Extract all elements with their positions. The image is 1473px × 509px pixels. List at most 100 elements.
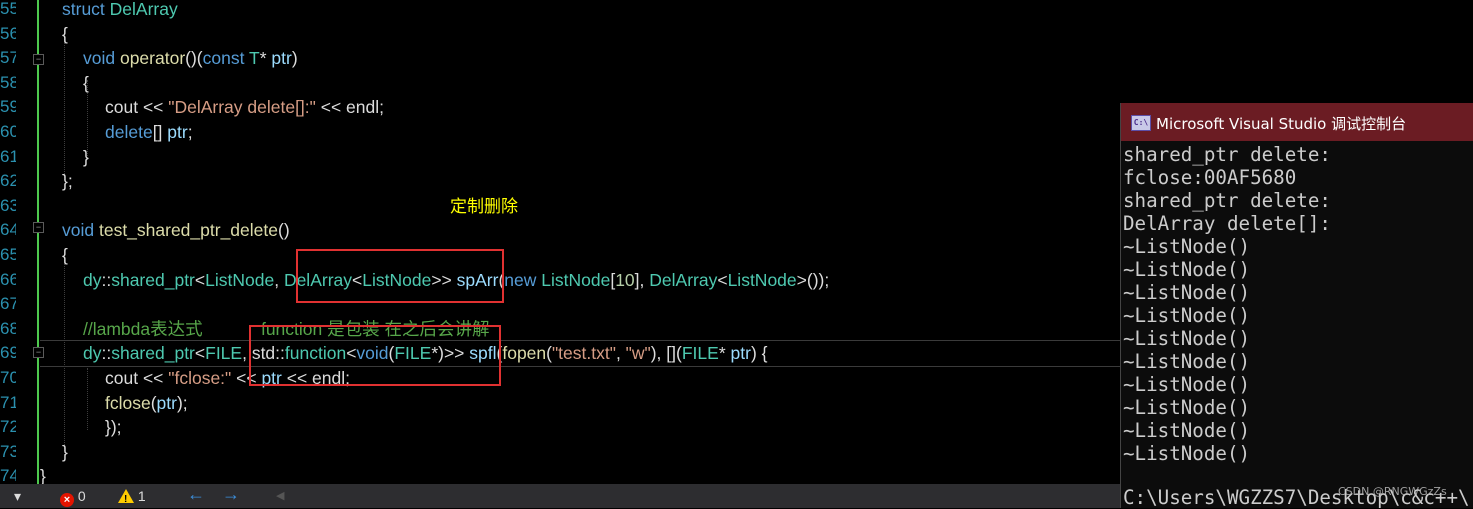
code-token: }); — [105, 417, 122, 437]
code-token: "DelArray delete[]:" — [168, 97, 316, 117]
code-token: { — [83, 73, 89, 93]
code-line[interactable]: { — [62, 22, 68, 46]
code-token: * — [259, 48, 272, 68]
line-number: 67 — [0, 294, 16, 313]
line-number: 73 — [0, 442, 16, 461]
code-token: ], — [634, 270, 650, 290]
code-token: shared_ptr — [111, 343, 195, 363]
annotation-label: 定制删除 — [450, 197, 518, 217]
dropdown-chevron-icon[interactable]: ▾ — [14, 487, 21, 505]
highlight-box-delarray — [296, 249, 504, 303]
code-line[interactable]: cout << "DelArray delete[]:" << endl; — [105, 95, 384, 119]
code-token: ptr — [730, 343, 751, 363]
code-line[interactable]: { — [62, 243, 68, 267]
code-token: cout << — [105, 97, 169, 117]
code-token: "fclose:" — [168, 368, 232, 388]
code-token: ListNode — [541, 270, 611, 290]
line-number: 63 — [0, 196, 16, 215]
code-token: ptr — [167, 122, 188, 142]
arrow-left-icon[interactable]: ← — [187, 485, 205, 503]
code-token: new — [504, 270, 542, 290]
code-token: ListNode — [205, 270, 275, 290]
line-number: 68 — [0, 319, 16, 338]
code-token: ()( — [185, 48, 203, 68]
code-token: { — [62, 24, 68, 44]
code-token: fclose — [105, 393, 151, 413]
line-number: 71 — [0, 393, 16, 412]
fold-toggle[interactable]: − — [33, 54, 44, 65]
code-token: ), []( — [650, 343, 682, 363]
code-token: ListNode — [727, 270, 797, 290]
code-line[interactable]: struct DelArray — [62, 0, 178, 21]
code-token: >()); — [796, 270, 830, 290]
code-token: < — [194, 343, 206, 363]
line-number: 64 — [0, 220, 16, 239]
code-token: void — [62, 220, 99, 240]
code-token: DelArray — [649, 270, 718, 290]
code-line[interactable]: void test_shared_ptr_delete() — [62, 218, 290, 242]
code-line[interactable]: delete[] ptr; — [105, 120, 193, 144]
code-token: cout << — [105, 368, 169, 388]
code-token: ); — [176, 393, 188, 413]
scroll-left-icon[interactable]: ◀ — [276, 487, 284, 505]
indent-guide — [87, 368, 88, 430]
code-token: } — [83, 147, 89, 167]
line-number: 70 — [0, 368, 16, 387]
code-token: } — [62, 442, 68, 462]
code-token: ptr — [156, 393, 177, 413]
error-count[interactable]: × 0 — [60, 487, 86, 507]
console-title-bar[interactable]: C:\ Microsoft Visual Studio 调试控制台 — [1121, 103, 1473, 141]
code-token: , — [274, 270, 284, 290]
code-token: FILE — [205, 343, 243, 363]
fold-toggle[interactable]: − — [33, 347, 44, 358]
line-number: 69 — [0, 343, 16, 362]
console-title: Microsoft Visual Studio 调试控制台 — [1156, 115, 1407, 133]
code-line[interactable]: fclose(ptr); — [105, 391, 188, 415]
code-line[interactable]: void operator()(const T* ptr) — [83, 46, 298, 70]
code-token: void — [83, 48, 120, 68]
line-number: 60 — [0, 122, 16, 141]
line-number: 74 — [0, 466, 16, 484]
warning-icon: ! — [118, 489, 134, 505]
change-margin — [37, 0, 39, 484]
line-number: 61 — [0, 147, 16, 166]
code-token: { — [62, 245, 68, 265]
code-token: shared_ptr — [111, 270, 195, 290]
arrow-right-icon[interactable]: → — [222, 485, 240, 503]
code-token: FILE — [681, 343, 719, 363]
code-token: }; — [62, 171, 73, 191]
code-token: const — [202, 48, 250, 68]
debug-console-window[interactable]: C:\ Microsoft Visual Studio 调试控制台 shared… — [1120, 103, 1473, 508]
code-line[interactable]: } — [62, 440, 68, 464]
code-token: ptr — [271, 48, 292, 68]
line-number: 66 — [0, 270, 16, 289]
code-line[interactable]: }; — [62, 169, 73, 193]
code-token: test_shared_ptr_delete — [98, 220, 278, 240]
code-token: [] — [152, 122, 168, 142]
code-line[interactable]: } — [40, 464, 46, 484]
code-token: () — [278, 220, 290, 240]
line-number: 62 — [0, 171, 16, 190]
code-token: :: — [101, 270, 112, 290]
code-token: operator — [119, 48, 186, 68]
code-token: 10 — [615, 270, 635, 290]
code-line[interactable]: }); — [105, 415, 122, 439]
code-line[interactable]: { — [83, 71, 89, 95]
warning-count[interactable]: ! 1 — [118, 487, 146, 505]
code-token: } — [40, 466, 46, 484]
line-number: 59 — [0, 97, 16, 116]
code-token: dy — [83, 343, 102, 363]
code-token: delete — [105, 122, 153, 142]
indent-guide — [64, 30, 65, 180]
fold-toggle[interactable]: − — [33, 222, 44, 233]
code-token: ) { — [750, 343, 768, 363]
code-line[interactable]: } — [83, 145, 89, 169]
line-number: 72 — [0, 417, 16, 436]
code-token: , — [615, 343, 626, 363]
code-token: < — [194, 270, 206, 290]
code-token: ; — [187, 122, 193, 142]
line-number: 55 — [0, 0, 16, 18]
code-token: * — [718, 343, 731, 363]
indent-guide — [64, 255, 65, 455]
watermark: CSDN @RNGWGzZs — [1338, 485, 1447, 498]
